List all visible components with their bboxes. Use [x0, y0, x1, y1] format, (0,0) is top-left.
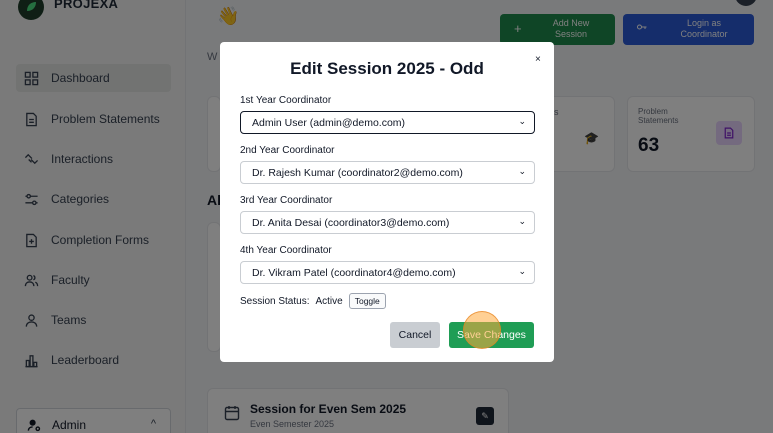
session-status-value: Active [315, 295, 343, 307]
select-value: Dr. Rajesh Kumar (coordinator2@demo.com) [252, 166, 463, 179]
select-value: Dr. Anita Desai (coordinator3@demo.com) [252, 216, 450, 229]
cancel-button[interactable]: Cancel [390, 322, 440, 348]
third-year-coordinator-label: 3rd Year Coordinator [240, 195, 333, 206]
fourth-year-coordinator-select[interactable]: Dr. Vikram Patel (coordinator4@demo.com)… [240, 261, 535, 284]
session-status-row: Session Status: Active Toggle [240, 293, 386, 309]
select-value: Admin User (admin@demo.com) [252, 116, 406, 129]
second-year-coordinator-select[interactable]: Dr. Rajesh Kumar (coordinator2@demo.com)… [240, 161, 535, 184]
third-year-coordinator-select[interactable]: Dr. Anita Desai (coordinator3@demo.com) … [240, 211, 535, 234]
first-year-coordinator-select[interactable]: Admin User (admin@demo.com) ⌄ [240, 111, 535, 134]
second-year-coordinator-label: 2nd Year Coordinator [240, 145, 335, 156]
modal-title: Edit Session 2025 - Odd [290, 59, 484, 78]
chevron-down-icon: ⌄ [518, 116, 526, 126]
fourth-year-coordinator-label: 4th Year Coordinator [240, 245, 332, 256]
chevron-down-icon: ⌄ [518, 216, 526, 226]
chevron-down-icon: ⌄ [518, 266, 526, 276]
first-year-coordinator-label: 1st Year Coordinator [240, 95, 332, 106]
session-status-label: Session Status: [240, 295, 310, 307]
edit-session-modal: Edit Session 2025 - Odd × 1st Year Coord… [220, 42, 554, 362]
select-value: Dr. Vikram Patel (coordinator4@demo.com) [252, 266, 456, 279]
toggle-status-button[interactable]: Toggle [348, 293, 386, 309]
chevron-down-icon: ⌄ [518, 166, 526, 176]
close-icon[interactable]: × [535, 54, 541, 65]
save-changes-button[interactable]: Save Changes [449, 322, 534, 348]
